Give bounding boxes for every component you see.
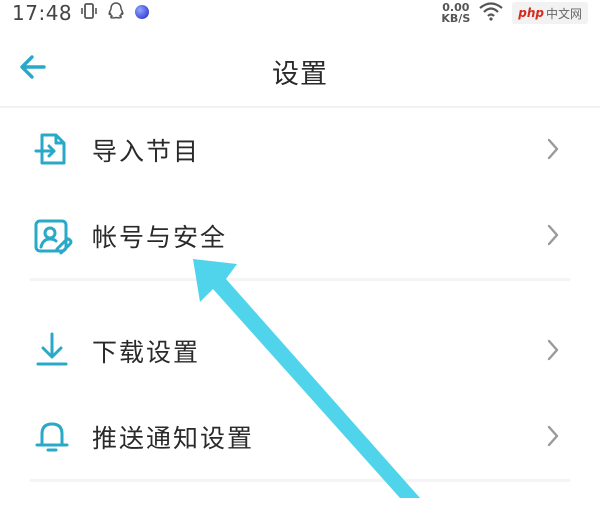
settings-item-download[interactable]: 下载设置 [0, 307, 600, 393]
site-watermark: php 中文网 [512, 2, 588, 24]
qq-icon [106, 1, 126, 26]
account-security-icon [30, 213, 74, 257]
watermark-php: php [518, 6, 544, 20]
settings-item-push-notifications[interactable]: 推送通知设置 [0, 393, 600, 479]
chevron-right-icon [546, 223, 560, 247]
vibrate-icon [80, 1, 98, 25]
chevron-right-icon [546, 338, 560, 362]
settings-item-label: 推送通知设置 [92, 424, 255, 453]
import-icon [30, 127, 74, 171]
bell-icon [30, 414, 74, 458]
group-divider [30, 278, 570, 307]
header: 设置 [0, 28, 600, 108]
settings-item-label: 下载设置 [92, 338, 201, 367]
settings-item-label: 帐号与安全 [92, 223, 228, 252]
download-icon [30, 328, 74, 372]
settings-list: 导入节目 帐号与安全 下载设置 推送通知设置 [0, 106, 600, 508]
network-speed: 0.00 KB/S [441, 2, 470, 24]
status-time: 17:48 [12, 1, 73, 25]
page-title: 设置 [272, 59, 328, 90]
status-right: 0.00 KB/S php 中文网 [441, 0, 588, 26]
settings-item-account-security[interactable]: 帐号与安全 [0, 192, 600, 278]
status-bar: 17:48 0.00 KB/S php 中文网 [0, 0, 600, 26]
settings-item-label: 导入节目 [92, 137, 201, 166]
watermark-text: 中文网 [545, 6, 582, 21]
app-notification-icon [134, 1, 150, 25]
settings-item-import[interactable]: 导入节目 [0, 106, 600, 192]
status-left: 17:48 [0, 1, 150, 26]
group-divider [30, 479, 570, 508]
chevron-right-icon [546, 424, 560, 448]
chevron-right-icon [546, 137, 560, 161]
network-speed-unit: KB/S [441, 12, 471, 25]
wifi-icon [478, 1, 504, 26]
